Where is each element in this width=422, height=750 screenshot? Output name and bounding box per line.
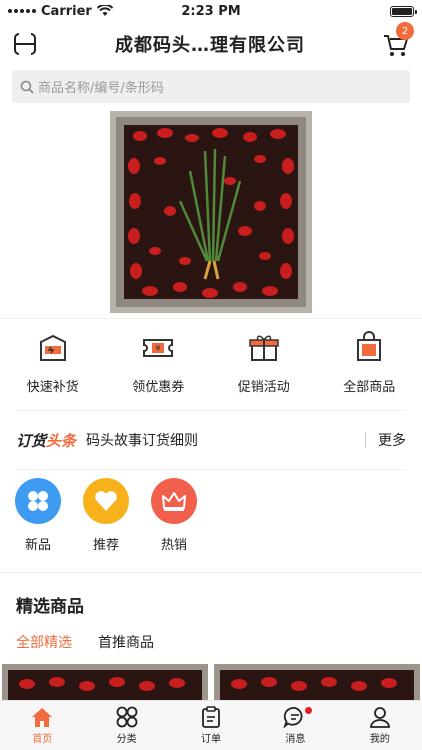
order-icon [202,706,220,728]
quick-action-label: 促销活动 [237,380,290,395]
category-icon [116,706,138,728]
status-time: 2:23 PM [181,3,241,19]
profile-icon [369,707,390,728]
category-recommended[interactable]: 推荐 [82,478,130,572]
home-icon [32,708,53,727]
headline-more-link[interactable]: 更多 [378,430,406,450]
gift-icon [249,335,279,361]
notification-dot [305,707,313,714]
category-new[interactable]: 新品 [14,478,62,572]
category-label: 推荐 [92,538,119,553]
signal-icon [8,9,36,13]
carrier-label: Carrier [41,3,92,19]
banner-image[interactable] [110,111,312,313]
product-card-image[interactable] [214,664,420,702]
category-circle [151,478,197,524]
battery-icon [390,5,417,17]
tab-label: 我的 [369,734,390,745]
status-bar: Carrier 2:23 PM [0,0,422,22]
crown-icon [162,492,186,511]
cart-badge: 2 [396,22,414,40]
scan-icon[interactable] [12,31,38,57]
svg-text:¥: ¥ [156,344,161,353]
category-hot[interactable]: 热销 [150,478,198,572]
search-icon [20,80,34,94]
four-petal-icon [28,491,48,511]
category-shortcuts: 新品 推荐 热销 [0,478,422,572]
quick-action-label: 快速补货 [26,380,79,395]
news-headline[interactable]: 订货头条 码头故事订货细则 更多 [16,410,406,470]
category-label: 热销 [160,538,187,553]
page-title: 成都码头…理有限公司 [115,35,305,56]
tab-label: 消息 [285,734,306,745]
tab-label: 订单 [201,734,222,745]
product-list [0,664,422,702]
quick-action-label: 领优惠券 [132,380,185,395]
search-placeholder: 商品名称/编号/条形码 [38,81,164,96]
bottom-tab-bar: 首页 分类 订单 消息 我的 [0,700,422,750]
category-circle [15,478,61,524]
quick-action-all-products[interactable]: 全部商品 [317,320,422,410]
wifi-icon [96,5,113,16]
headline-text[interactable]: 码头故事订货细则 [86,430,365,450]
quick-actions: 快速补货 ¥ 领优惠券 促销活动 全部商品 [0,320,422,410]
quick-action-label: 全部商品 [343,380,396,395]
tab-profile[interactable]: 我的 [338,701,422,750]
product-card-image[interactable] [2,664,208,702]
cart-button[interactable]: 2 [382,22,414,58]
headline-separator [365,432,366,448]
tab-label: 分类 [116,734,137,745]
tab-messages[interactable]: 消息 [253,701,337,750]
category-circle [83,478,129,524]
message-icon [283,707,303,728]
status-right [274,5,417,17]
tab-category[interactable]: 分类 [84,701,168,750]
tab-orders[interactable]: 订单 [169,701,253,750]
featured-tabs: 全部精选 首推商品 [16,632,154,652]
search-input[interactable]: 商品名称/编号/条形码 [12,70,410,103]
coupon-icon: ¥ [143,339,174,357]
divider [0,318,422,319]
nav-bar: 成都码头…理有限公司 2 [0,22,422,66]
headline-logo: 订货头条 [16,431,77,450]
tab-home[interactable]: 首页 [0,701,84,750]
quick-action-restock[interactable]: 快速补货 [0,320,106,410]
status-left: Carrier [8,4,148,19]
quick-action-coupon[interactable]: ¥ 领优惠券 [106,320,212,410]
category-label: 新品 [24,538,51,553]
heart-icon [95,491,117,511]
shopping-bag-icon [357,331,382,361]
featured-title: 精选商品 [16,597,84,617]
restock-box-icon [39,334,66,361]
tab-top-picks[interactable]: 首推商品 [98,632,154,652]
tab-label: 首页 [32,734,53,745]
tab-all-featured[interactable]: 全部精选 [16,632,72,652]
divider [0,572,422,573]
search-bar: 商品名称/编号/条形码 [0,66,422,110]
quick-action-promotion[interactable]: 促销活动 [211,320,317,410]
